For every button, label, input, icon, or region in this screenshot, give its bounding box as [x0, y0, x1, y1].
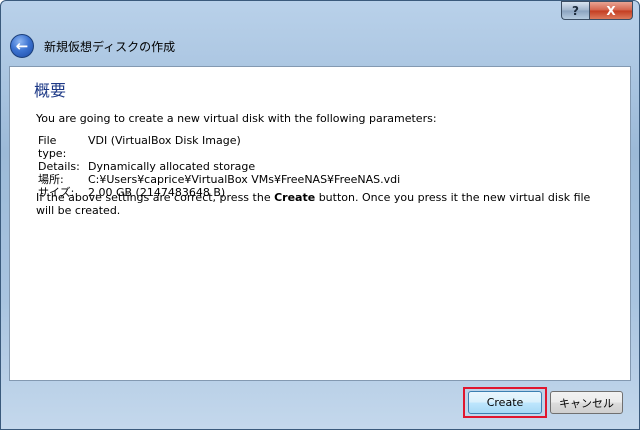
param-value: C:¥Users¥caprice¥VirtualBox VMs¥FreeNAS¥… — [88, 173, 401, 186]
param-label: File type: — [38, 134, 67, 160]
confirmation-text-button-name: Create — [274, 191, 316, 204]
confirmation-text-start: If the above settings are correct, press… — [36, 191, 275, 204]
button-bar: Create キャンセル — [1, 381, 640, 431]
intro-text: You are going to create a new virtual di… — [36, 112, 437, 125]
confirmation-text: If the above settings are correct, press… — [36, 191, 606, 217]
wizard-header: ← 新規仮想ディスクの作成 — [10, 34, 175, 58]
param-label: Details: — [38, 160, 80, 173]
param-value: VDI (VirtualBox Disk Image) — [88, 134, 241, 147]
param-row: 場所: C:¥Users¥caprice¥VirtualBox VMs¥Free… — [38, 173, 400, 186]
create-button[interactable]: Create — [468, 391, 542, 414]
window-controls: ? X — [561, 1, 633, 20]
dialog-window: ? X ← 新規仮想ディスクの作成 概要 You are going to cr… — [0, 0, 640, 430]
param-row: File type: VDI (VirtualBox Disk Image) — [38, 134, 400, 160]
parameters-table: File type: VDI (VirtualBox Disk Image) D… — [38, 134, 400, 199]
param-row: Details: Dynamically allocated storage — [38, 160, 400, 173]
close-button[interactable]: X — [589, 1, 633, 20]
param-value: Dynamically allocated storage — [88, 160, 256, 173]
page-heading: 概要 — [34, 81, 67, 100]
content-panel: 概要 You are going to create a new virtual… — [9, 66, 631, 381]
cancel-button[interactable]: キャンセル — [550, 391, 623, 414]
wizard-title: 新規仮想ディスクの作成 — [44, 39, 176, 54]
help-button[interactable]: ? — [561, 1, 589, 20]
param-label: 場所: — [38, 173, 64, 186]
back-arrow-icon[interactable]: ← — [10, 34, 34, 58]
